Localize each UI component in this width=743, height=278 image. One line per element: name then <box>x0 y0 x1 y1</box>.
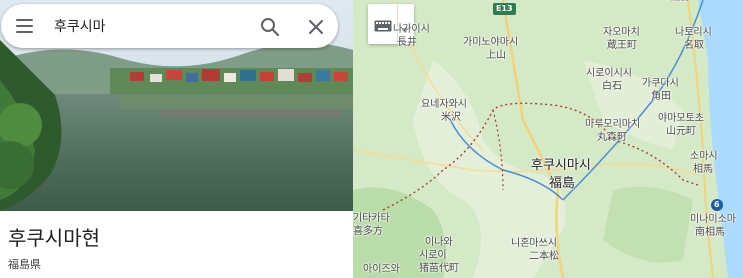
map-label-shiroishi-jp: 白石 <box>602 81 622 92</box>
place-title: 후쿠시마현 <box>8 226 100 250</box>
map-label-yamamoto: 야마모토초 <box>658 113 704 124</box>
search-bar <box>1 4 338 48</box>
map-label-natori-jp: 名取 <box>684 40 704 51</box>
map-canvas[interactable]: E13 6 仙台 나가이시 長井 가미노야마시 上山 자오마치 蔵王町 나토리시… <box>353 0 743 278</box>
map-label-aizu: 아이즈와 <box>363 264 400 275</box>
map-label-yonezawa: 요네자와시 <box>421 99 467 110</box>
map-label-kaminoyama-jp: 上山 <box>486 50 506 61</box>
map-label-kitakata: 기타카타 <box>353 213 390 224</box>
map-label-nagai: 나가이시 <box>393 24 430 35</box>
place-panel: 후쿠시마현 福島県 <box>0 0 353 278</box>
map-label-inawashiro-2: 시로이 <box>419 250 447 261</box>
map-label-zao-jp: 蔵王町 <box>607 40 637 51</box>
map-label-minamisoma: 미나미소마 <box>690 214 736 225</box>
map-label-zao: 자오마치 <box>603 27 640 38</box>
map-label-soma: 소마시 <box>690 151 718 162</box>
place-subtitle: 福島県 <box>8 258 41 271</box>
map-label-marumori: 마루모리마치 <box>585 119 641 130</box>
map-label-yamamoto-jp: 山元町 <box>666 126 696 137</box>
map-label-shiroishi: 시로이시시 <box>586 68 632 79</box>
map-label-kakuda: 가쿠다시 <box>642 78 679 89</box>
map-label-nihonmatsu-jp: 二本松 <box>529 251 559 262</box>
map-label-kakuda-jp: 角田 <box>651 91 671 102</box>
route-shield: 6 <box>711 199 723 211</box>
menu-icon[interactable] <box>13 16 37 36</box>
search-input[interactable] <box>54 14 234 38</box>
expressway-shield: E13 <box>493 3 516 15</box>
map-label-fukushima: 후쿠시마시 <box>531 158 591 173</box>
map-label-sendai: 仙台 <box>670 0 690 4</box>
map-label-minamisoma-jp: 南相馬 <box>695 227 725 238</box>
map-label-soma-jp: 相馬 <box>693 164 713 175</box>
map-label-kitakata-jp: 喜多方 <box>353 226 383 237</box>
map-label-natori: 나토리시 <box>675 27 712 38</box>
map-label-marumori-jp: 丸森町 <box>597 132 627 143</box>
map-label-kaminoyama: 가미노야마시 <box>463 37 519 48</box>
map-label-nihonmatsu: 니혼마쓰시 <box>511 238 557 249</box>
map-label-nagai-jp: 長井 <box>397 37 417 48</box>
map-label-inawashiro: 이나와 <box>425 237 453 248</box>
map-label-yonezawa-jp: 米沢 <box>441 112 461 123</box>
search-icon[interactable] <box>258 15 282 39</box>
keyboard-icon <box>374 17 392 36</box>
map-label-fukushima-jp: 福島 <box>549 176 576 191</box>
close-icon[interactable] <box>304 15 328 39</box>
map-label-inawashiro-jp: 猪苗代町 <box>419 263 459 274</box>
